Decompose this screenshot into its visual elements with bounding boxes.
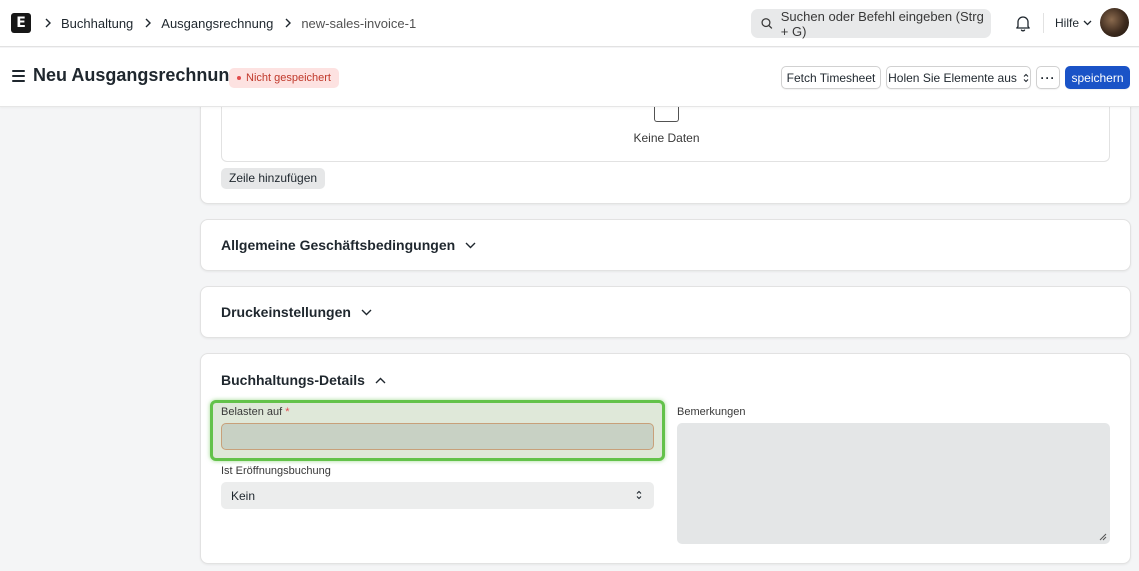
status-badge-label: Nicht gespeichert xyxy=(246,72,331,84)
print-settings-header[interactable]: Druckeinstellungen xyxy=(221,304,372,320)
remarks-textarea[interactable] xyxy=(677,423,1110,544)
status-dot-icon xyxy=(237,76,241,80)
breadcrumb-ausgangsrechnung[interactable]: Ausgangsrechnung xyxy=(161,16,273,31)
chevron-right-icon xyxy=(45,18,51,28)
bell-icon[interactable] xyxy=(1014,14,1032,32)
chevron-up-icon xyxy=(375,377,386,383)
hamburger-icon[interactable] xyxy=(12,70,25,82)
more-actions-button[interactable]: ··· xyxy=(1036,66,1060,89)
print-settings-section[interactable]: Druckeinstellungen xyxy=(200,286,1131,338)
accounting-details-title: Buchhaltungs-Details xyxy=(221,372,365,388)
page-header: Neu Ausgangsrechnung Nicht gespeichert F… xyxy=(0,48,1139,107)
resize-handle-icon[interactable] xyxy=(1098,532,1107,541)
search-placeholder: Suchen oder Befehl eingeben (Strg + G) xyxy=(780,8,984,39)
avatar[interactable] xyxy=(1100,8,1129,37)
chevron-right-icon xyxy=(285,18,292,28)
get-items-from-button[interactable]: Holen Sie Elemente aus xyxy=(886,66,1031,89)
search-icon xyxy=(761,18,773,29)
app-logo[interactable]: E xyxy=(11,13,31,33)
debit-to-label: Belasten auf * xyxy=(221,406,290,418)
chevron-down-icon xyxy=(1083,20,1092,26)
fetch-timesheet-button[interactable]: Fetch Timesheet xyxy=(781,66,881,89)
required-marker: * xyxy=(285,406,290,418)
add-row-button[interactable]: Zeile hinzufügen xyxy=(221,168,326,189)
print-settings-title: Druckeinstellungen xyxy=(221,304,351,320)
page-title: Neu Ausgangsrechnung xyxy=(33,65,241,85)
sort-arrows-icon xyxy=(636,490,642,500)
debit-to-label-text: Belasten auf xyxy=(221,406,283,418)
is-opening-value: Kein xyxy=(231,488,256,503)
breadcrumb: Buchhaltung Ausgangsrechnung new-sales-i… xyxy=(41,15,424,31)
empty-text: Keine Daten xyxy=(633,131,700,145)
navbar-divider xyxy=(1043,13,1044,33)
breadcrumb-buchhaltung[interactable]: Buchhaltung xyxy=(61,16,133,31)
save-button[interactable]: speichern xyxy=(1065,66,1130,89)
chevron-down-icon xyxy=(465,242,476,248)
sort-arrows-icon xyxy=(1023,73,1029,82)
help-dropdown[interactable]: Hilfe xyxy=(1055,16,1092,30)
debit-to-input[interactable] xyxy=(221,423,654,450)
chevron-right-icon xyxy=(145,18,152,28)
is-opening-select[interactable]: Kein xyxy=(221,482,654,509)
get-items-from-label: Holen Sie Elemente aus xyxy=(888,70,1017,85)
accounting-details-header[interactable]: Buchhaltungs-Details xyxy=(221,372,386,388)
help-label: Hilfe xyxy=(1055,16,1080,30)
status-badge: Nicht gespeichert xyxy=(229,68,339,88)
breadcrumb-current[interactable]: new-sales-invoice-1 xyxy=(301,16,416,31)
accounting-details-section: Buchhaltungs-Details Belasten auf * Ist … xyxy=(200,353,1131,564)
terms-section[interactable]: Allgemeine Geschäftsbedingungen xyxy=(200,219,1131,271)
search-bar[interactable]: Suchen oder Befehl eingeben (Strg + G) xyxy=(751,8,991,39)
remarks-label: Bemerkungen xyxy=(677,406,746,418)
chevron-down-icon xyxy=(361,309,372,315)
terms-section-title: Allgemeine Geschäftsbedingungen xyxy=(221,237,456,253)
is-opening-label: Ist Eröffnungsbuchung xyxy=(221,465,331,477)
top-navbar: E Buchhaltung Ausgangsrechnung new-sales… xyxy=(0,0,1139,47)
terms-section-header[interactable]: Allgemeine Geschäftsbedingungen xyxy=(221,237,476,253)
